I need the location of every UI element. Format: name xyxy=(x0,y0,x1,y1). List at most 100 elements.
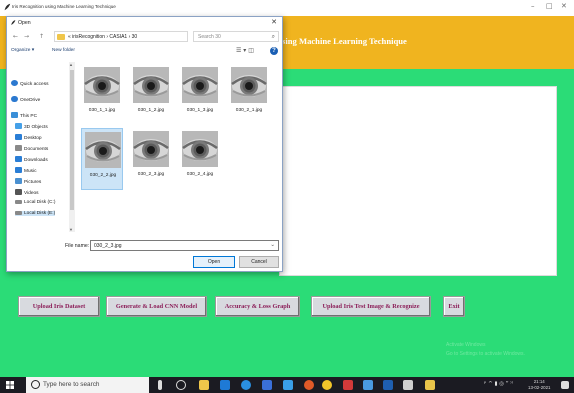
nav-item-pictures[interactable]: Pictures xyxy=(15,178,41,185)
store-icon[interactable] xyxy=(199,380,209,390)
nav-item-label: Local Disk (C:) xyxy=(24,200,56,205)
system-tray[interactable]: ᵖ ^ ▮ ◎ 🙷 ⁾⁾ xyxy=(484,381,513,388)
scroll-down-icon[interactable]: ▼ xyxy=(69,227,73,232)
nav-item-videos[interactable]: Videos xyxy=(15,189,39,196)
desktop-icon xyxy=(15,134,22,140)
nav-item-quick-access[interactable]: Quick access xyxy=(11,80,49,87)
nav-item-local-disk-c[interactable]: Local Disk (C:) xyxy=(15,200,55,205)
task-view-icon[interactable] xyxy=(176,380,186,390)
file-name: 030_2_1.jpg xyxy=(235,108,263,113)
maximize-button[interactable]: □ xyxy=(546,2,553,10)
music-icon xyxy=(15,167,22,173)
forward-button[interactable]: → xyxy=(24,33,29,40)
file-name: 030_1_2.jpg xyxy=(137,108,165,113)
file-item[interactable]: 030_2_4.jpg xyxy=(179,128,221,190)
disk-icon xyxy=(15,200,22,204)
new-folder-button[interactable]: New folder xyxy=(52,48,75,53)
navigation-pane: Quick access OneDrive This PC 3D Objects… xyxy=(7,62,75,232)
output-textarea[interactable] xyxy=(279,86,557,276)
back-button[interactable]: ← xyxy=(13,33,18,40)
filename-input[interactable]: 030_2_3.jpg ⌄ xyxy=(90,240,279,251)
terminal-icon[interactable] xyxy=(403,380,413,390)
cloud-icon xyxy=(11,96,18,102)
document-icon xyxy=(15,145,22,151)
nav-item-downloads[interactable]: Downloads xyxy=(15,156,48,163)
mail-icon[interactable] xyxy=(220,380,230,390)
nav-item-this-pc[interactable]: This PC xyxy=(11,112,37,119)
upload-iris-dataset-button[interactable]: Upload Iris Dataset xyxy=(18,296,100,317)
nav-item-3d-objects[interactable]: 3D Objects xyxy=(15,123,48,130)
dialog-toolbar: Organize ▾ New folder ☰ ▾ ◫ ? xyxy=(7,46,282,57)
nav-item-label: Local Disk (E:) xyxy=(24,211,56,216)
file-name: 030_1_1.jpg xyxy=(88,108,116,113)
eye-image-thumbnail xyxy=(84,67,120,103)
picture-icon xyxy=(15,178,22,184)
open-button[interactable]: Open xyxy=(193,256,235,268)
close-button[interactable]: ✕ xyxy=(561,2,567,10)
cancel-button[interactable]: Cancel xyxy=(239,256,279,268)
accuracy-loss-graph-button[interactable]: Accuracy & Loss Graph xyxy=(215,296,300,317)
video-icon xyxy=(15,189,22,195)
app-icon[interactable] xyxy=(262,380,272,390)
address-bar[interactable]: « irisRecognition › CASIA1 › 30 ⌄ ↻ xyxy=(54,31,208,42)
paint-icon[interactable] xyxy=(343,380,353,390)
dialog-titlebar: Open ✕ xyxy=(7,17,282,29)
folder-search-input[interactable]: Search 30 ⌕ xyxy=(193,31,279,42)
file-item[interactable]: 030_1_3.jpg xyxy=(179,64,221,126)
file-name: 030_2_2.jpg xyxy=(89,173,117,178)
activation-watermark: Activate Windows Go to Settings to activ… xyxy=(446,341,525,359)
file-item[interactable]: 030_1_1.jpg xyxy=(81,64,123,126)
nav-item-documents[interactable]: Documents xyxy=(15,145,48,152)
eye-image-thumbnail xyxy=(182,67,218,103)
nav-item-label: Videos xyxy=(24,191,39,196)
app-titlebar: Iris Recognition using Machine Learning … xyxy=(0,0,574,16)
windows-start-icon[interactable] xyxy=(6,381,14,389)
nav-item-label: Music xyxy=(24,169,37,174)
photos-icon[interactable] xyxy=(283,380,293,390)
python-icon[interactable] xyxy=(363,380,373,390)
nav-item-label: Documents xyxy=(24,147,49,152)
minimize-button[interactable]: – xyxy=(531,2,535,10)
nav-item-onedrive[interactable]: OneDrive xyxy=(11,96,40,103)
search-icon xyxy=(31,380,40,389)
nav-item-music[interactable]: Music xyxy=(15,167,37,174)
dialog-title: Open xyxy=(18,20,31,26)
folder-icon xyxy=(57,34,65,40)
edge-icon[interactable] xyxy=(241,380,251,390)
search-icon: ⌕ xyxy=(271,33,275,40)
feather-app-icon[interactable] xyxy=(425,380,435,390)
nav-item-desktop[interactable]: Desktop xyxy=(15,134,42,141)
notification-icon[interactable] xyxy=(561,381,569,389)
eye-image-thumbnail xyxy=(231,67,267,103)
view-options-icon[interactable]: ☰ ▾ ◫ xyxy=(236,47,254,54)
eye-image-thumbnail xyxy=(182,131,218,167)
exit-button[interactable]: Exit xyxy=(443,296,465,317)
eye-image-thumbnail xyxy=(133,131,169,167)
filename-value: 030_2_3.jpg xyxy=(94,243,122,249)
firefox-icon[interactable] xyxy=(304,380,314,390)
dialog-close-button[interactable]: ✕ xyxy=(271,18,277,26)
generate-load-cnn-model-button[interactable]: Generate & Load CNN Model xyxy=(106,296,207,317)
chrome-icon[interactable] xyxy=(322,380,332,390)
upload-test-image-recognize-button[interactable]: Upload Iris Test Image & Recognize xyxy=(311,296,431,317)
file-item[interactable]: 030_2_2.jpg xyxy=(81,128,123,190)
chevron-down-icon[interactable]: ⌄ xyxy=(270,242,275,248)
word-icon[interactable] xyxy=(383,380,393,390)
file-item[interactable]: 030_1_2.jpg xyxy=(130,64,172,126)
mic-icon[interactable] xyxy=(158,380,162,390)
scroll-up-icon[interactable]: ▲ xyxy=(69,62,73,67)
clock[interactable]: 21:14 13-02-2021 xyxy=(528,379,550,391)
up-folder-button[interactable]: ↑ xyxy=(39,33,44,40)
organize-button[interactable]: Organize ▾ xyxy=(11,48,34,53)
taskbar-search-box[interactable]: Type here to search xyxy=(26,377,149,393)
file-item[interactable]: 030_2_3.jpg xyxy=(130,128,172,190)
nav-item-label: This PC xyxy=(20,114,38,119)
filename-label: File name: xyxy=(65,243,90,249)
file-item[interactable]: 030_2_1.jpg xyxy=(228,64,270,126)
clock-date: 13-02-2021 xyxy=(528,385,551,390)
nav-pane-scrollbar[interactable]: ▲ ▼ xyxy=(69,62,75,232)
help-icon[interactable]: ? xyxy=(270,47,278,55)
scroll-thumb[interactable] xyxy=(70,70,74,210)
nav-item-local-disk-e[interactable]: Local Disk (E:) xyxy=(15,211,56,216)
taskbar: Type here to search ᵖ ^ ▮ ◎ 🙷 ⁾⁾ 21:14 1… xyxy=(0,377,574,393)
